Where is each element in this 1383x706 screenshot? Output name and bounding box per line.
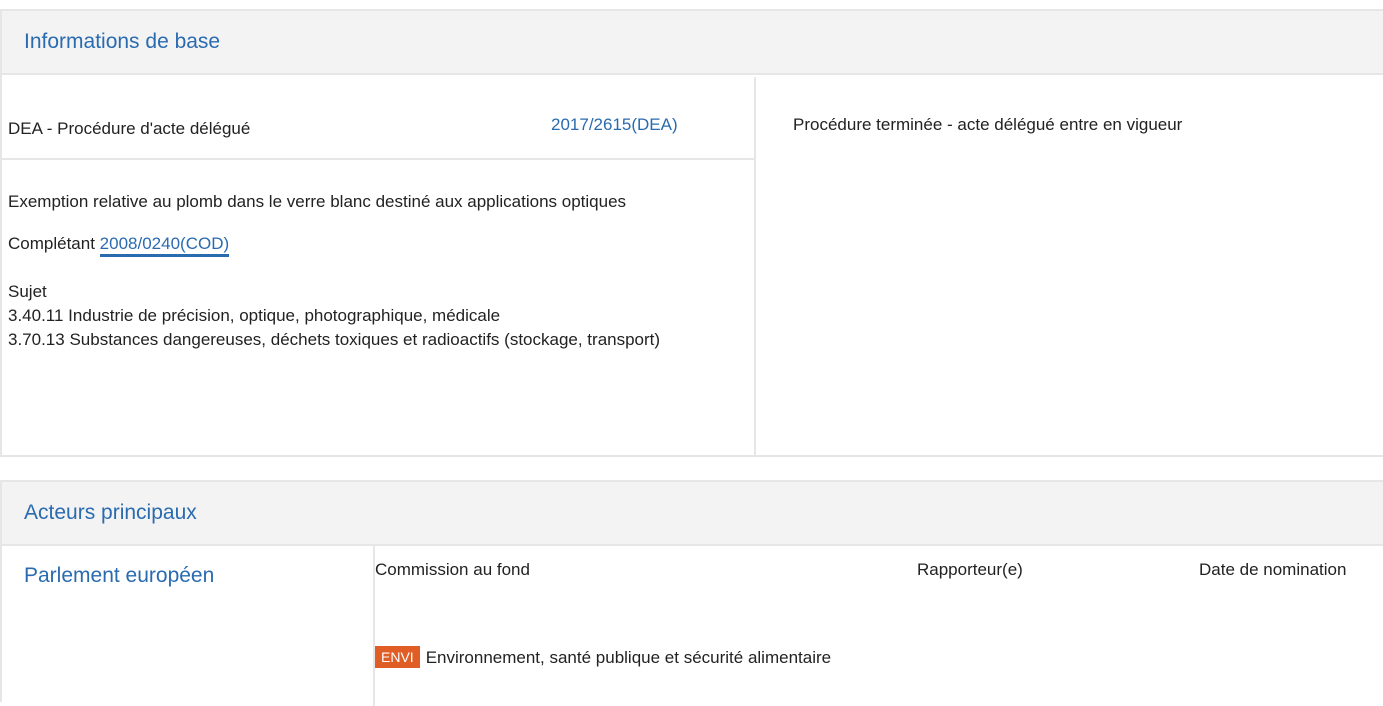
appointment-date-column-header: Date de nomination — [1199, 560, 1347, 579]
institution-name: Parlement européen — [24, 564, 215, 587]
completes-reference-link[interactable]: 2008/0240(COD) — [99, 234, 230, 257]
procedure-type: DEA - Procédure d'acte délégué — [8, 119, 251, 138]
subject-label: Sujet — [8, 282, 47, 301]
basic-info-header: Informations de base — [2, 11, 1383, 75]
completes-line: Complétant 2008/0240(COD) — [8, 232, 748, 257]
committee-column-header: Commission au fond — [375, 560, 530, 579]
procedure-details: DEA - Procédure d'acte délégué 2017/2615… — [2, 77, 756, 455]
procedure-reference-link[interactable]: 2017/2615(DEA) — [551, 115, 678, 135]
completes-label: Complétant — [8, 234, 95, 253]
committee-entry: ENVI Environnement, santé publique et séc… — [375, 646, 895, 670]
procedure-description-block: Exemption relative au plomb dans le verr… — [2, 160, 754, 352]
committee-badge[interactable]: ENVI — [375, 646, 420, 668]
procedure-row: DEA - Procédure d'acte délégué 2017/2615… — [2, 77, 754, 160]
subject-item: 3.70.13 Substances dangereuses, déchets … — [8, 330, 661, 349]
key-players-panel: Acteurs principaux Parlement européen Co… — [0, 480, 1383, 706]
procedure-status: Procédure terminée - acte délégué entre … — [793, 115, 1183, 134]
procedure-status-column: Procédure terminée - acte délégué entre … — [758, 77, 1383, 455]
procedure-description: Exemption relative au plomb dans le verr… — [8, 192, 627, 211]
committee-name: Environnement, santé publique et sécurit… — [425, 648, 832, 667]
basic-info-title: Informations de base — [24, 30, 221, 53]
subject-block: Sujet 3.40.11 Industrie de précision, op… — [8, 280, 748, 352]
key-players-header: Acteurs principaux — [2, 482, 1383, 546]
subject-item: 3.40.11 Industrie de précision, optique,… — [8, 306, 501, 325]
rapporteur-column-header: Rapporteur(e) — [917, 560, 1023, 579]
key-players-title: Acteurs principaux — [24, 501, 197, 524]
basic-info-panel: Informations de base DEA - Procédure d'a… — [0, 9, 1383, 457]
